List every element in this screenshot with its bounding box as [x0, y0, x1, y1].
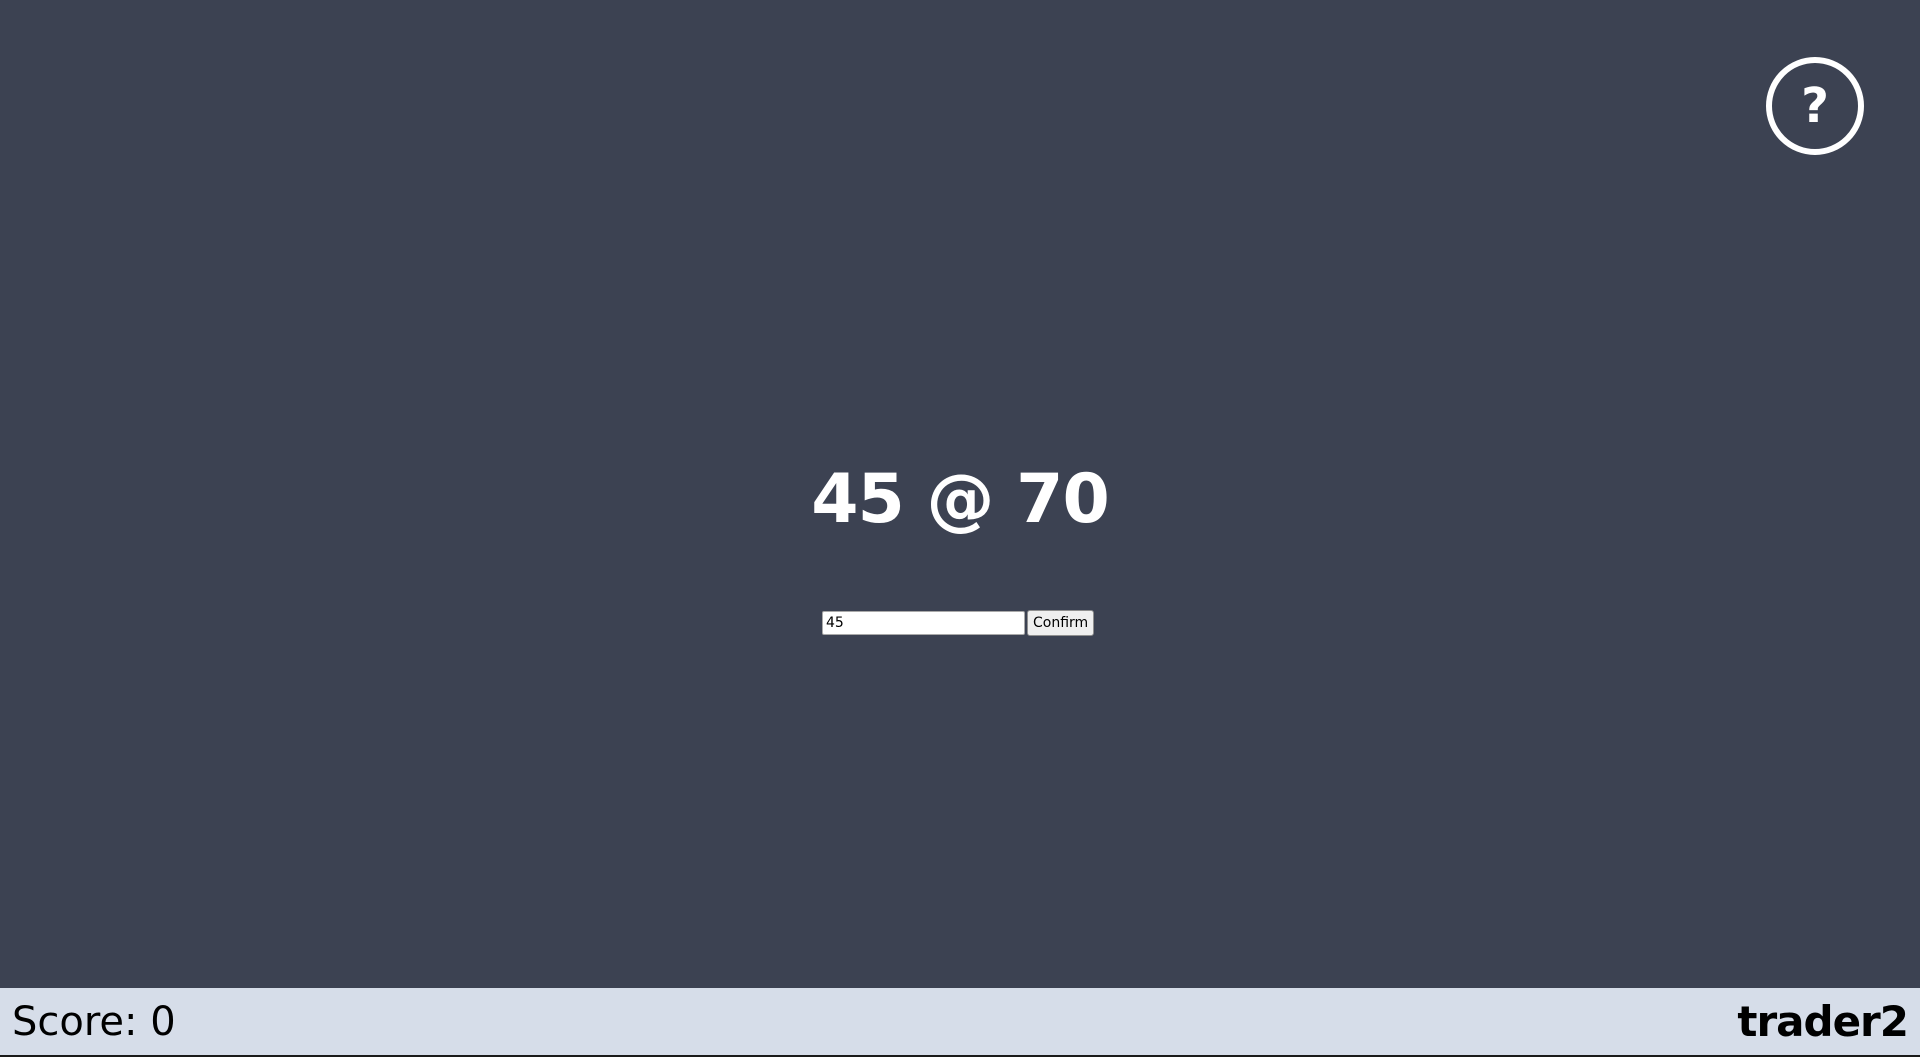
help-button[interactable]: ?	[1766, 57, 1864, 155]
username-label: trader2	[1737, 997, 1909, 1046]
order-entry-form: Confirm	[822, 610, 1095, 636]
game-stage: ? 45 @ 70 Confirm Score: 0 trader2	[0, 0, 1920, 1057]
status-bar: Score: 0 trader2	[0, 988, 1920, 1057]
question-circle-icon: ?	[1801, 78, 1829, 134]
confirm-button[interactable]: Confirm	[1027, 610, 1095, 636]
price-quote: 45 @ 70	[811, 460, 1110, 539]
quantity-input[interactable]	[822, 611, 1025, 635]
score-label: Score: 0	[12, 998, 176, 1045]
